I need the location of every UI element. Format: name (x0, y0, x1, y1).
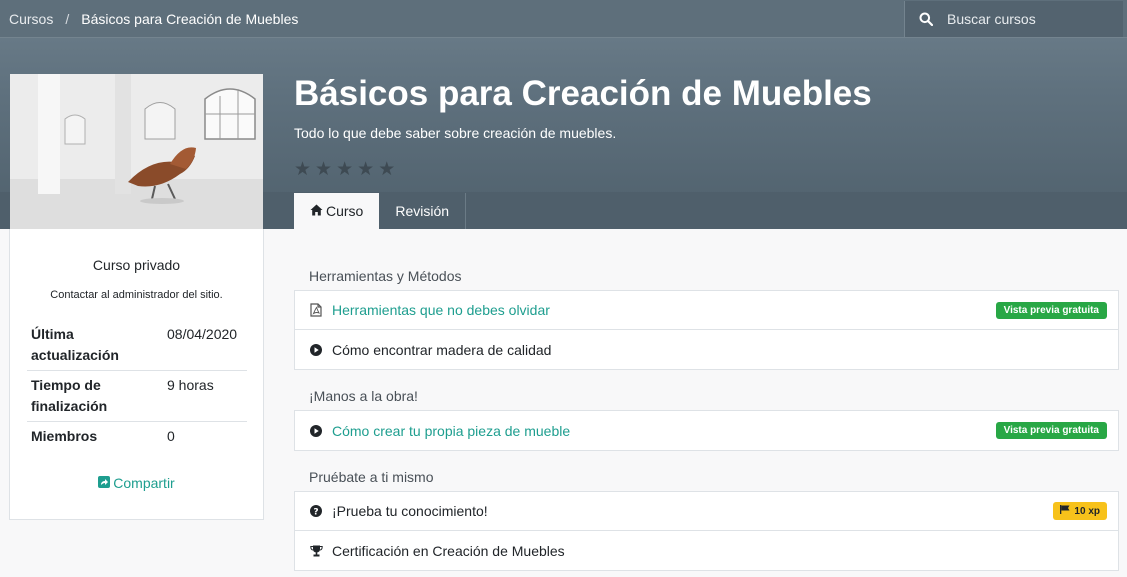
svg-text:?: ? (313, 507, 318, 517)
course-info-table: Última actualización 08/04/2020 Tiempo d… (27, 320, 247, 451)
star-icon: ★ (357, 159, 375, 180)
list-item[interactable]: Cómo encontrar madera de calidad (295, 330, 1118, 369)
breadcrumb: Cursos / Básicos para Creación de Mueble… (9, 11, 298, 27)
free-preview-badge: Vista previa gratuita (995, 422, 1107, 439)
list-item[interactable]: Certificación en Creación de Muebles (295, 531, 1118, 570)
course-image (10, 74, 263, 229)
free-preview-badge: Vista previa gratuita (995, 301, 1107, 319)
breadcrumb-link-cursos[interactable]: Cursos (9, 11, 53, 27)
share-button[interactable]: Compartir (10, 475, 263, 491)
question-icon: ? (310, 505, 332, 517)
home-icon (310, 203, 323, 219)
breadcrumb-separator: / (65, 11, 70, 27)
rating-stars: ★ ★ ★ ★ ★ (294, 160, 395, 179)
flag-icon (1060, 505, 1070, 517)
section-title: ¡Manos a la obra! (309, 388, 418, 404)
lesson-label: Certificación en Creación de Muebles (332, 542, 565, 559)
section-manos-a-la-obra: ¡Manos a la obra! Cómo crear tu propia p… (294, 386, 1119, 451)
play-icon (310, 424, 332, 437)
lesson-label: ¡Prueba tu conocimiento! (332, 503, 488, 519)
course-tabs: Curso Revisión (294, 193, 467, 229)
trophy-icon (310, 545, 332, 557)
xp-label: 10 xp (1074, 505, 1100, 517)
info-label: Última actualización (31, 326, 119, 363)
info-row: Miembros 0 (27, 422, 247, 451)
section-pruebate: Pruébate a ti mismo ? ¡Prueba tu conocim… (294, 467, 1119, 571)
course-title: Básicos para Creación de Muebles (294, 74, 872, 113)
star-icon: ★ (294, 159, 312, 180)
info-value: 08/04/2020 (167, 326, 238, 342)
info-row: Última actualización 08/04/2020 (27, 320, 247, 371)
list-item[interactable]: ? ¡Prueba tu conocimiento! 10 xp (295, 492, 1118, 531)
info-label: Miembros (31, 428, 98, 444)
share-icon (98, 475, 111, 491)
tab-revision[interactable]: Revisión (379, 193, 467, 229)
search-box (904, 1, 1123, 37)
section-title: Pruébate a ti mismo (309, 469, 434, 485)
breadcrumb-current: Básicos para Creación de Muebles (81, 11, 299, 27)
share-label: Compartir (113, 475, 175, 491)
access-title: Curso privado (92, 257, 181, 273)
course-subtitle: Todo lo que debe saber sobre creación de… (294, 125, 617, 141)
info-value: 9 horas (167, 377, 214, 393)
course-sidebar: Curso privado Contactar al administrador… (9, 229, 264, 520)
search-icon[interactable] (905, 12, 947, 26)
info-label: Tiempo de finalización (31, 377, 108, 414)
play-icon (310, 343, 332, 356)
list-item[interactable]: Herramientas que no debes olvidar Vista … (295, 291, 1118, 330)
search-input[interactable] (947, 11, 1117, 27)
lesson-list: Herramientas que no debes olvidar Vista … (294, 290, 1119, 370)
list-item[interactable]: Cómo crear tu propia pieza de mueble Vis… (295, 411, 1118, 450)
access-note: Contactar al administrador del sitio. (50, 289, 223, 301)
lesson-label: Cómo encontrar madera de calidad (332, 341, 552, 358)
lesson-list: ? ¡Prueba tu conocimiento! 10 xp Certifi… (294, 491, 1119, 571)
section-herramientas: Herramientas y Métodos Herramientas que … (294, 266, 1119, 370)
tab-label: Curso (326, 203, 364, 219)
section-title: Herramientas y Métodos (309, 268, 462, 284)
top-navbar: Cursos / Básicos para Creación de Mueble… (0, 0, 1127, 38)
tab-curso[interactable]: Curso (294, 193, 380, 229)
lesson-list: Cómo crear tu propia pieza de mueble Vis… (294, 410, 1119, 451)
star-icon: ★ (336, 159, 354, 180)
pdf-icon (310, 303, 332, 317)
info-value: 0 (167, 428, 175, 444)
lesson-link[interactable]: Cómo crear tu propia pieza de mueble (332, 423, 996, 439)
tab-label: Revisión (395, 203, 450, 219)
xp-badge: 10 xp (1053, 502, 1107, 520)
lesson-link[interactable]: Herramientas que no debes olvidar (332, 302, 996, 318)
info-row: Tiempo de finalización 9 horas (27, 371, 247, 422)
star-icon: ★ (315, 159, 333, 180)
star-icon: ★ (378, 159, 396, 180)
